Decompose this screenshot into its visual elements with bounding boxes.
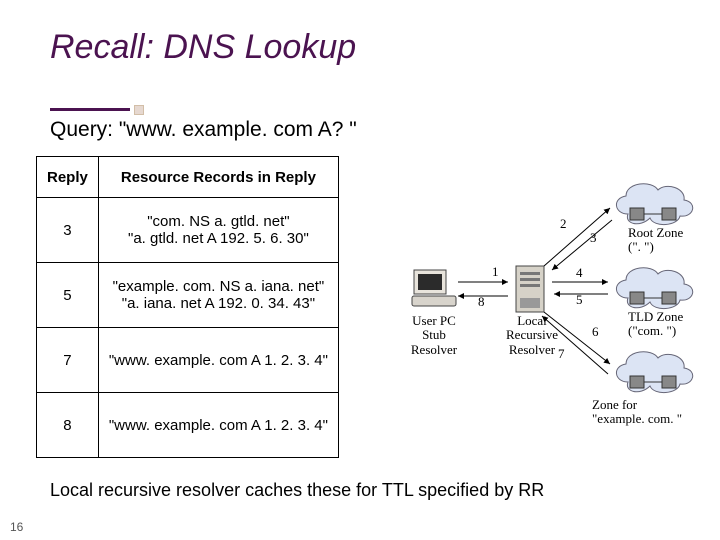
reply-cell: 5: [37, 263, 99, 328]
page-number: 16: [10, 520, 23, 534]
reply-cell: 7: [37, 328, 99, 393]
user-pc-label: User PCStubResolver: [394, 314, 474, 357]
rr-cell: "www. example. com A 1. 2. 3. 4": [98, 393, 338, 458]
col-header-rr: Resource Records in Reply: [98, 157, 338, 198]
tld-zone-label: TLD Zone("com. "): [628, 310, 710, 339]
local-resolver-label: LocalRecursiveResolver: [492, 314, 572, 357]
reply-cell: 3: [37, 198, 99, 263]
rr-cell: "example. com. NS a. iana. net""a. iana.…: [98, 263, 338, 328]
edge-label: 1: [492, 264, 499, 280]
edge-label: 6: [592, 324, 599, 340]
table-row: 8 "www. example. com A 1. 2. 3. 4": [37, 393, 339, 458]
slide-caption: Local recursive resolver caches these fo…: [50, 480, 544, 501]
rr-cell: "com. NS a. gtld. net""a. gtld. net A 19…: [98, 198, 338, 263]
dns-reply-table: Reply Resource Records in Reply 3 "com. …: [36, 156, 339, 458]
dns-topology-diagram: 1 2 3 4 5 6 7 8 User PCStubResolver Loca…: [392, 174, 708, 454]
table-row: 3 "com. NS a. gtld. net""a. gtld. net A …: [37, 198, 339, 263]
rr-cell: "www. example. com A 1. 2. 3. 4": [98, 328, 338, 393]
example-zone-label: Zone for"example. com. ": [592, 398, 712, 427]
table-row: 7 "www. example. com A 1. 2. 3. 4": [37, 328, 339, 393]
root-zone-label: Root Zone(". "): [628, 226, 710, 255]
accent-bar: [50, 108, 130, 111]
reply-cell: 8: [37, 393, 99, 458]
edge-label: 8: [478, 294, 485, 310]
edge-label: 5: [576, 292, 583, 308]
slide-title: Recall: DNS Lookup: [50, 28, 356, 67]
table-row: 5 "example. com. NS a. iana. net""a. ian…: [37, 263, 339, 328]
edge-label: 3: [590, 230, 597, 246]
accent-square: [134, 105, 144, 115]
col-header-reply: Reply: [37, 157, 99, 198]
slide-subtitle: Query: "www. example. com A? ": [50, 118, 357, 142]
edge-label: 4: [576, 265, 583, 281]
edge-label: 2: [560, 216, 567, 232]
